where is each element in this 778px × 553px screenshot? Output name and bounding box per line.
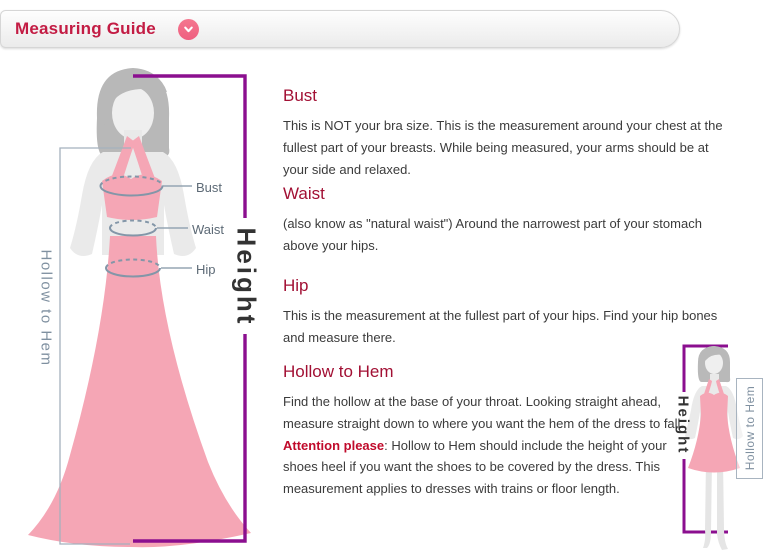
section-hip: Hip This is the measurement at the fulle… xyxy=(283,276,735,349)
section-hollow-to-hem: Hollow to Hem Find the hollow at the bas… xyxy=(283,362,695,500)
section-waist: Waist (also know as "natural waist") Aro… xyxy=(283,184,735,257)
waist-heading: Waist xyxy=(283,184,735,204)
section-bust: Bust This is NOT your bra size. This is … xyxy=(283,86,735,180)
waist-callout-label: Waist xyxy=(192,222,224,237)
attention-please-label: Attention please xyxy=(283,438,384,453)
hip-callout-label: Hip xyxy=(196,262,216,277)
hollow-to-hem-heading: Hollow to Hem xyxy=(283,362,695,382)
hip-heading: Hip xyxy=(283,276,735,296)
bust-callout-label: Bust xyxy=(196,180,222,195)
hollow-to-hem-label-small: Hollow to Hem xyxy=(743,386,757,471)
hollow-description-part1: Find the hollow at the base of your thro… xyxy=(283,394,684,431)
hollow-to-hem-label-large: Hollow to Hem xyxy=(38,249,55,366)
measuring-guide-page: { "header": { "title": "Measuring Guide"… xyxy=(0,0,778,553)
height-label-large: Height xyxy=(231,228,262,327)
hollow-to-hem-description: Find the hollow at the base of your thro… xyxy=(283,391,695,500)
large-figure-illustration xyxy=(28,68,251,547)
waist-description: (also know as "natural waist") Around th… xyxy=(283,213,735,257)
hip-description: This is the measurement at the fullest p… xyxy=(283,305,735,349)
bust-heading: Bust xyxy=(283,86,735,106)
bust-description: This is NOT your bra size. This is the m… xyxy=(283,115,735,180)
